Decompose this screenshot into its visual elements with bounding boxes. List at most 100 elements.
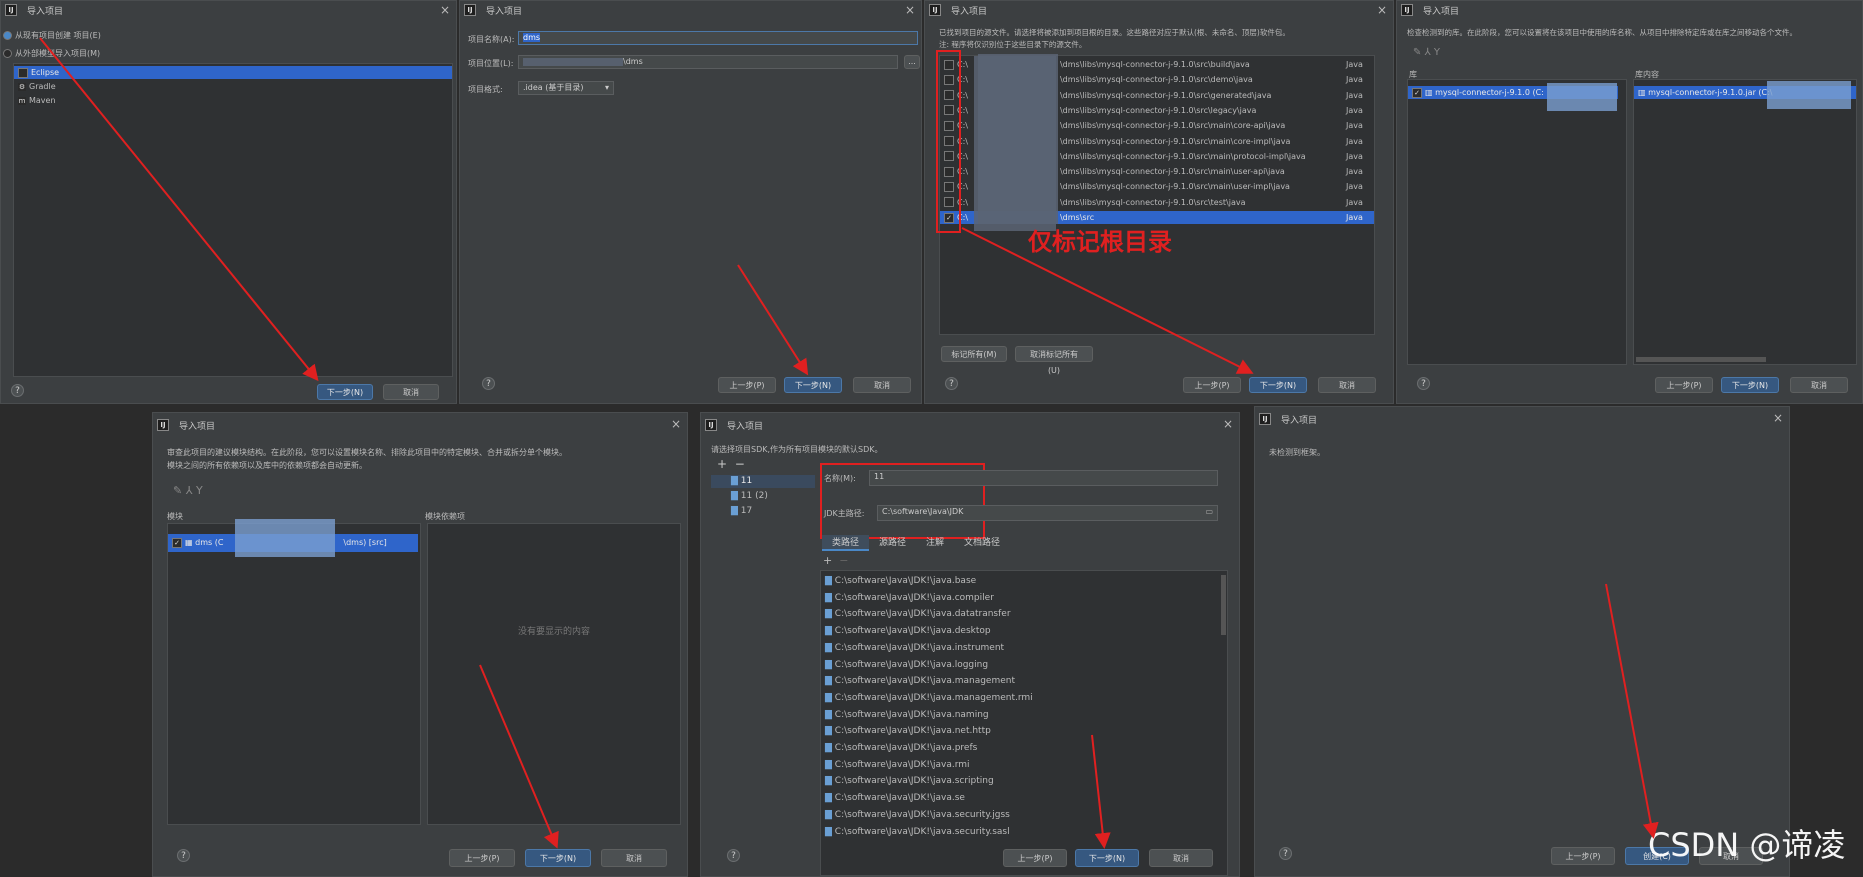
radio-selected-icon[interactable] xyxy=(3,31,12,40)
previous-button[interactable]: 上一步(P) xyxy=(449,849,515,867)
dialog-title: 导入项目 xyxy=(727,421,764,432)
list-item[interactable]: Eclipse xyxy=(14,66,452,79)
checkbox-checked-icon[interactable]: ✓ xyxy=(172,537,182,548)
sdk-list-item[interactable]: ▇ 17 xyxy=(711,505,815,518)
list-item[interactable]: ▇ C:\software\Java\JDK!\java.management xyxy=(821,673,1227,689)
jdk-folder-icon: ▇ xyxy=(731,491,741,501)
merge-icon[interactable]: Y xyxy=(196,484,203,497)
help-icon[interactable]: ? xyxy=(1279,847,1292,860)
jdk-home-field[interactable]: C:\software\Java\JDK ▭ xyxy=(877,505,1218,521)
cancel-button[interactable]: 取消 xyxy=(383,384,439,400)
sdk-list-item[interactable]: ▇ 11 xyxy=(711,475,815,488)
dialog-title: 导入项目 xyxy=(27,6,64,17)
project-location-field[interactable]: \dms xyxy=(518,55,898,69)
title-bar: IJ 导入项目 xyxy=(1255,407,1789,431)
list-item[interactable]: ▇ C:\software\Java\JDK!\java.instrument xyxy=(821,640,1227,656)
close-icon[interactable]: × xyxy=(1223,417,1233,431)
option-create-from-sources[interactable]: 从现有项目创建 项目(E) xyxy=(3,30,101,41)
list-item[interactable]: ▇ C:\software\Java\JDK!\java.base xyxy=(821,573,1227,589)
maven-icon: m xyxy=(18,96,26,105)
list-item[interactable]: ▇ C:\software\Java\JDK!\java.security.sa… xyxy=(821,824,1227,840)
next-button[interactable]: 下一步(N) xyxy=(784,377,842,393)
next-button[interactable]: 下一步(N) xyxy=(1075,849,1139,867)
close-icon[interactable]: × xyxy=(671,417,681,431)
modules-header: 模块 xyxy=(167,512,183,521)
folder-icon: ▇ xyxy=(825,709,835,720)
help-icon[interactable]: ? xyxy=(11,384,24,397)
help-icon[interactable]: ? xyxy=(727,849,740,862)
list-item[interactable]: ▇ C:\software\Java\JDK!\java.datatransfe… xyxy=(821,606,1227,622)
split-icon[interactable]: ⅄ xyxy=(1425,47,1431,58)
tab-2[interactable]: 注解 xyxy=(916,535,954,551)
merge-icon[interactable]: Y xyxy=(1434,47,1440,58)
checkbox-checked-icon[interactable]: ✓ xyxy=(1412,87,1422,98)
list-item[interactable]: ▇ C:\software\Java\JDK!\java.desktop xyxy=(821,623,1227,639)
close-icon[interactable]: × xyxy=(905,3,915,17)
remove-icon[interactable]: − xyxy=(839,554,848,567)
redacted-block xyxy=(1767,81,1851,109)
intellij-logo-icon: IJ xyxy=(929,4,941,16)
model-list: Eclipse ⚙ Gradle m Maven xyxy=(13,63,453,377)
cancel-button[interactable]: 取消 xyxy=(1149,849,1213,867)
folder-icon[interactable]: ▭ xyxy=(1205,506,1213,518)
list-item[interactable]: ▇ C:\software\Java\JDK!\java.prefs xyxy=(821,740,1227,756)
help-icon[interactable]: ? xyxy=(177,849,190,862)
list-item[interactable]: ▇ C:\software\Java\JDK!\java.rmi xyxy=(821,757,1227,773)
project-name-field[interactable]: dms xyxy=(518,31,918,45)
next-button[interactable]: 下一步(N) xyxy=(1721,377,1779,393)
project-format-select[interactable]: .idea (基于目录) ▾ xyxy=(518,81,614,95)
list-item[interactable]: ▇ C:\software\Java\JDK!\java.management.… xyxy=(821,690,1227,706)
next-button[interactable]: 下一步(N) xyxy=(317,384,373,400)
edit-icon[interactable]: ✎ xyxy=(1413,47,1421,58)
list-item[interactable]: ▇ C:\software\Java\JDK!\java.security.jg… xyxy=(821,807,1227,823)
cancel-button[interactable]: 取消 xyxy=(853,377,911,393)
list-item[interactable]: ▇ C:\software\Java\JDK!\java.logging xyxy=(821,657,1227,673)
list-item[interactable]: m Maven xyxy=(14,94,452,107)
list-item[interactable]: ▇ C:\software\Java\JDK!\java.naming xyxy=(821,707,1227,723)
sdk-list-item[interactable]: ▇ 11 (2) xyxy=(711,490,815,503)
previous-button[interactable]: 上一步(P) xyxy=(1655,377,1713,393)
option-import-external-model[interactable]: 从外部模型导入项目(M) xyxy=(3,48,100,59)
close-icon[interactable]: × xyxy=(1773,411,1783,425)
list-item[interactable]: ▇ C:\software\Java\JDK!\java.net.http xyxy=(821,723,1227,739)
radio-icon[interactable] xyxy=(3,49,12,58)
previous-button[interactable]: 上一步(P) xyxy=(1183,377,1241,393)
edit-icon[interactable]: ✎ xyxy=(173,484,182,497)
previous-button[interactable]: 上一步(P) xyxy=(1003,849,1067,867)
sdk-name-field[interactable]: 11 xyxy=(869,470,1218,486)
list-item[interactable]: ▇ C:\software\Java\JDK!\java.se xyxy=(821,790,1227,806)
list-item[interactable]: ▇ C:\software\Java\JDK!\java.scripting xyxy=(821,773,1227,789)
next-button[interactable]: 下一步(N) xyxy=(525,849,591,867)
cancel-button[interactable]: 取消 xyxy=(601,849,667,867)
tab-0[interactable]: 类路径 xyxy=(822,535,870,551)
description-line-2: 注: 程序将仅识别位于这些目录下的源文件。 xyxy=(939,40,1087,49)
remove-icon[interactable]: − xyxy=(735,457,745,471)
next-button[interactable]: 下一步(N) xyxy=(1249,377,1307,393)
cancel-button[interactable]: 取消 xyxy=(1318,377,1376,393)
previous-button[interactable]: 上一步(P) xyxy=(1551,847,1615,865)
browse-button[interactable]: ... xyxy=(904,55,920,69)
tab-1[interactable]: 源路径 xyxy=(869,535,916,551)
intellij-logo-icon: IJ xyxy=(1259,413,1271,425)
previous-button[interactable]: 上一步(P) xyxy=(718,377,776,393)
help-icon[interactable]: ? xyxy=(482,377,495,390)
close-icon[interactable]: × xyxy=(440,3,450,17)
add-icon[interactable]: + xyxy=(823,554,832,567)
help-icon[interactable]: ? xyxy=(945,377,958,390)
dialog-title: 导入项目 xyxy=(179,421,216,432)
unmark-all-button[interactable]: 取消标记所有(U) xyxy=(1015,346,1093,375)
close-icon[interactable]: × xyxy=(1377,3,1387,17)
list-item[interactable]: ▇ C:\software\Java\JDK!\java.compiler xyxy=(821,590,1227,606)
title-bar: IJ 导入项目 xyxy=(925,1,1393,19)
list-item[interactable]: ⚙ Gradle xyxy=(14,80,452,93)
add-icon[interactable]: + xyxy=(717,457,727,471)
tab-3[interactable]: 文档路径 xyxy=(954,535,1010,551)
split-icon[interactable]: ⅄ xyxy=(186,484,193,497)
vertical-scrollbar[interactable] xyxy=(1221,575,1226,635)
folder-icon: ▇ xyxy=(825,609,835,620)
horizontal-scrollbar[interactable] xyxy=(1636,357,1766,362)
cancel-button[interactable]: 取消 xyxy=(1790,377,1848,393)
toolbar-icons: ✎ ⅄ Y xyxy=(1413,47,1440,58)
help-icon[interactable]: ? xyxy=(1417,377,1430,390)
mark-all-button[interactable]: 标记所有(M) xyxy=(941,346,1007,362)
